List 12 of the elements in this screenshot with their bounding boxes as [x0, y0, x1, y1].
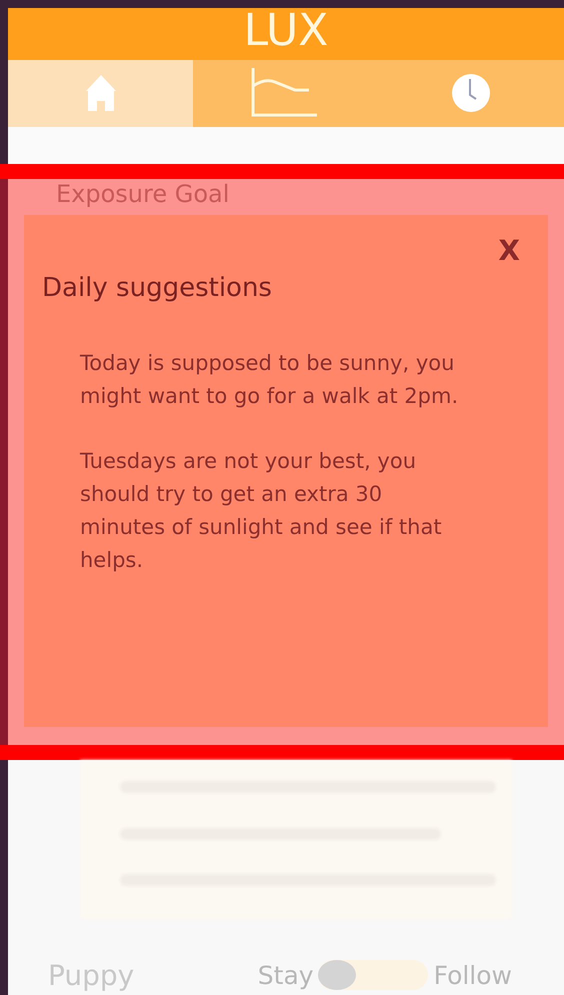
follow-label: Follow	[434, 960, 512, 990]
suggestion-text: Today is supposed to be sunny, you might want to go for a walk at 2pm.	[80, 350, 460, 410]
close-button[interactable]: X	[498, 238, 530, 263]
nav-tab[interactable]	[8, 60, 194, 128]
suggestion-text: Tuesdays are not your best, you should try to get an extra 30 minutes of sunlight and see if that helps.	[80, 448, 443, 574]
app-title: LUX	[244, 4, 328, 57]
stay-label: Stay	[258, 960, 314, 990]
dialog-title: Daily suggestions	[42, 272, 273, 303]
clock-icon	[451, 73, 492, 114]
section-title: Exposure Goal	[56, 178, 230, 209]
home-icon	[84, 73, 118, 114]
follow-toggle[interactable]	[318, 960, 428, 990]
